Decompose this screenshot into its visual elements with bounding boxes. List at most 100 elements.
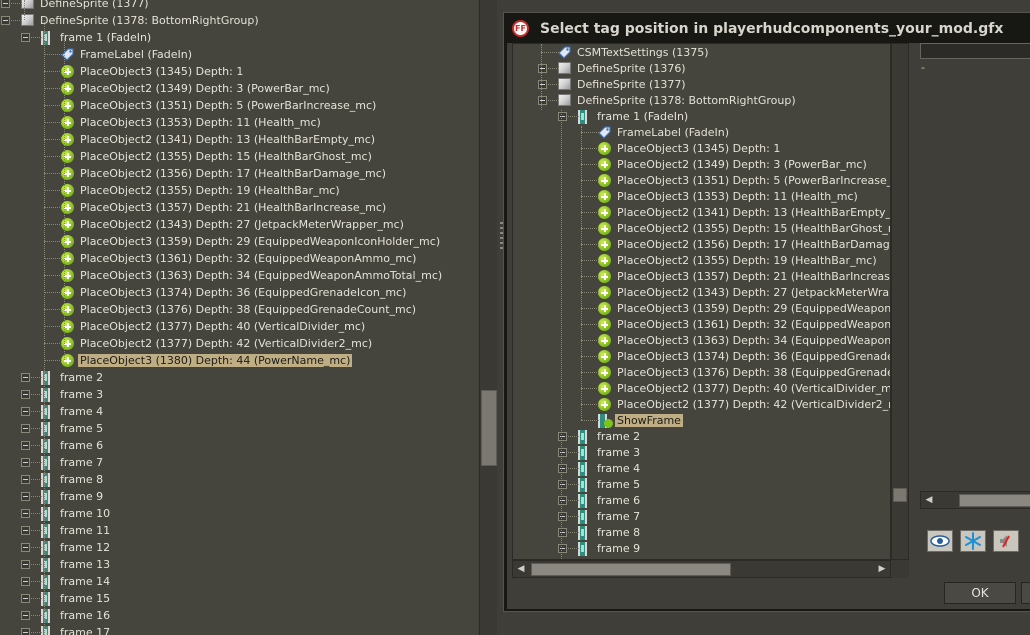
tree-row[interactable]: FrameLabel (FadeIn) (598, 124, 731, 141)
tree-row[interactable]: DefineSprite (1378: BottomRightGroup) (558, 92, 798, 109)
tree-row[interactable]: frame 5 (578, 476, 642, 493)
tree-row[interactable]: PlaceObject2 (1355) Depth: 15 (HealthBar… (598, 220, 890, 237)
tree-row[interactable]: frame 6 (41, 437, 105, 454)
tree-expander-icon[interactable] (558, 112, 567, 121)
tree-expander-icon[interactable] (538, 64, 547, 73)
tree-row[interactable]: PlaceObject3 (1353) Depth: 11 (Health_mc… (61, 114, 323, 131)
tree-row[interactable]: PlaceObject2 (1349) Depth: 3 (PowerBar_m… (598, 156, 869, 173)
tree-row[interactable]: PlaceObject2 (1377) Depth: 40 (VerticalD… (61, 318, 367, 335)
scroll-left-arrow-icon[interactable]: ◀ (513, 561, 529, 577)
tree-row[interactable]: frame 5 (41, 420, 105, 437)
preview-input[interactable] (920, 43, 1030, 59)
tree-row[interactable]: frame 2 (578, 428, 642, 445)
tree-row[interactable]: PlaceObject3 (1374) Depth: 36 (EquippedG… (598, 348, 890, 365)
scroll-right-arrow-icon[interactable]: ▶ (874, 561, 890, 577)
tree-expander-icon[interactable] (558, 448, 567, 457)
tree-expander-icon[interactable] (21, 526, 30, 535)
tree-row[interactable]: DefineSprite (1378: BottomRightGroup) (21, 12, 261, 29)
scroll-left-arrow-icon[interactable]: ◀ (921, 492, 937, 508)
tree-row[interactable]: PlaceObject3 (1359) Depth: 29 (EquippedW… (61, 233, 442, 250)
tree-expander-icon[interactable] (21, 628, 30, 635)
tree-row[interactable]: DefineSprite (1377) (21, 0, 151, 12)
tree-expander-icon[interactable] (558, 496, 567, 505)
scrollbar-thumb[interactable] (959, 494, 1030, 507)
tree-expander-icon[interactable] (558, 432, 567, 441)
tree-row[interactable]: PlaceObject3 (1363) Depth: 34 (EquippedW… (598, 332, 890, 349)
preview-horizontal-scrollbar[interactable]: ◀ (920, 491, 1030, 509)
tree-expander-icon[interactable] (558, 512, 567, 521)
tree-row[interactable]: PlaceObject3 (1351) Depth: 5 (PowerBarIn… (598, 172, 890, 189)
tree-expander-icon[interactable] (21, 594, 30, 603)
tree-row[interactable]: frame 1 (FadeIn) (41, 29, 153, 46)
tree-row[interactable]: frame 3 (41, 386, 105, 403)
tree-row[interactable]: frame 7 (41, 454, 105, 471)
tree-row[interactable]: frame 9 (41, 488, 105, 505)
tree-row[interactable]: PlaceObject3 (1380) Depth: 44 (PowerName… (61, 352, 353, 369)
dialog-title-bar[interactable]: FF Select tag position in playerhudcompo… (504, 13, 1030, 45)
tree-row[interactable]: frame 8 (578, 524, 642, 541)
tree-row[interactable]: DefineSprite (1376) (558, 60, 688, 77)
tree-row[interactable]: PlaceObject2 (1355) Depth: 15 (HealthBar… (61, 148, 374, 165)
tree-row[interactable]: PlaceObject2 (1341) Depth: 13 (HealthBar… (598, 204, 890, 221)
tree-row[interactable]: frame 9 (578, 540, 642, 557)
tree-expander-icon[interactable] (558, 480, 567, 489)
tree-row[interactable]: PlaceObject2 (1349) Depth: 3 (PowerBar_m… (61, 80, 332, 97)
tree-row[interactable]: frame 4 (41, 403, 105, 420)
tree-expander-icon[interactable] (21, 543, 30, 552)
scrollbar-thumb[interactable] (481, 390, 497, 466)
tree-expander-icon[interactable] (21, 509, 30, 518)
tree-expander-icon[interactable] (21, 373, 30, 382)
tree-row[interactable]: frame 13 (41, 556, 112, 573)
tree-row[interactable]: PlaceObject2 (1356) Depth: 17 (HealthBar… (598, 236, 890, 253)
tree-row[interactable]: frame 6 (578, 492, 642, 509)
tree-row[interactable]: PlaceObject3 (1357) Depth: 21 (HealthBar… (61, 199, 388, 216)
tree-expander-icon[interactable] (21, 475, 30, 484)
tree-row[interactable]: PlaceObject2 (1356) Depth: 17 (HealthBar… (61, 165, 388, 182)
mute-button[interactable] (993, 530, 1019, 552)
tree-row[interactable]: frame 2 (41, 369, 105, 386)
tree-row[interactable]: PlaceObject3 (1376) Depth: 38 (EquippedG… (61, 301, 418, 318)
tree-expander-icon[interactable] (21, 390, 30, 399)
background-tree-panel[interactable]: DefineSprite (1377) DefineSprite (1378: B… (0, 0, 478, 635)
tag-tree[interactable]: CSMTextSettings (1375) DefineSprite (1376… (512, 43, 891, 560)
tree-row[interactable]: PlaceObject3 (1376) Depth: 38 (EquippedG… (598, 364, 890, 381)
scrollbar-thumb[interactable] (893, 488, 907, 502)
tree-row[interactable]: PlaceObject2 (1377) Depth: 42 (VerticalD… (61, 335, 374, 352)
tree-row[interactable]: PlaceObject2 (1355) Depth: 19 (HealthBar… (598, 252, 879, 269)
tree-row[interactable]: frame 7 (578, 508, 642, 525)
tree-expander-icon[interactable] (21, 458, 30, 467)
tree-row[interactable]: PlaceObject3 (1361) Depth: 32 (EquippedW… (61, 250, 418, 267)
tree-row[interactable]: CSMTextSettings (1375) (558, 44, 711, 61)
tree-expander-icon[interactable] (21, 492, 30, 501)
tree-expander-icon[interactable] (21, 611, 30, 620)
tree-row[interactable]: PlaceObject3 (1345) Depth: 1 (598, 140, 782, 157)
tree-row[interactable]: PlaceObject3 (1353) Depth: 11 (Health_mc… (598, 188, 860, 205)
tree-row[interactable]: PlaceObject2 (1343) Depth: 27 (JetpackMe… (61, 216, 406, 233)
tree-row[interactable]: frame 12 (41, 539, 112, 556)
tree-row[interactable]: frame 15 (41, 590, 112, 607)
tree-row[interactable]: frame 3 (578, 444, 642, 461)
ok-button[interactable]: OK (944, 582, 1016, 604)
tree-expander-icon[interactable] (21, 424, 30, 433)
tree-expander-icon[interactable] (558, 464, 567, 473)
tree-row[interactable]: PlaceObject2 (1377) Depth: 42 (VerticalD… (598, 396, 890, 413)
tree-row[interactable]: frame 11 (41, 522, 112, 539)
show-button[interactable] (927, 530, 953, 552)
tree-row[interactable]: PlaceObject3 (1361) Depth: 32 (EquippedW… (598, 316, 890, 333)
tree-expander-icon[interactable] (1, 0, 10, 8)
tree-expander-icon[interactable] (1, 16, 10, 25)
tree-row[interactable]: frame 10 (41, 505, 112, 522)
cancel-button[interactable] (1021, 582, 1030, 604)
tree-expander-icon[interactable] (21, 560, 30, 569)
scrollbar-thumb[interactable] (531, 563, 731, 576)
tag-tree-horizontal-scrollbar[interactable]: ◀ ▶ (512, 560, 891, 578)
tree-expander-icon[interactable] (558, 528, 567, 537)
freeze-button[interactable] (960, 530, 986, 552)
tree-expander-icon[interactable] (558, 544, 567, 553)
tree-row[interactable]: ShowFrame (598, 412, 683, 429)
tree-expander-icon[interactable] (538, 96, 547, 105)
tree-expander-icon[interactable] (21, 33, 30, 42)
tree-row[interactable]: PlaceObject3 (1357) Depth: 21 (HealthBar… (598, 268, 890, 285)
tree-row[interactable]: DefineSprite (1377) (558, 76, 688, 93)
tree-expander-icon[interactable] (538, 80, 547, 89)
